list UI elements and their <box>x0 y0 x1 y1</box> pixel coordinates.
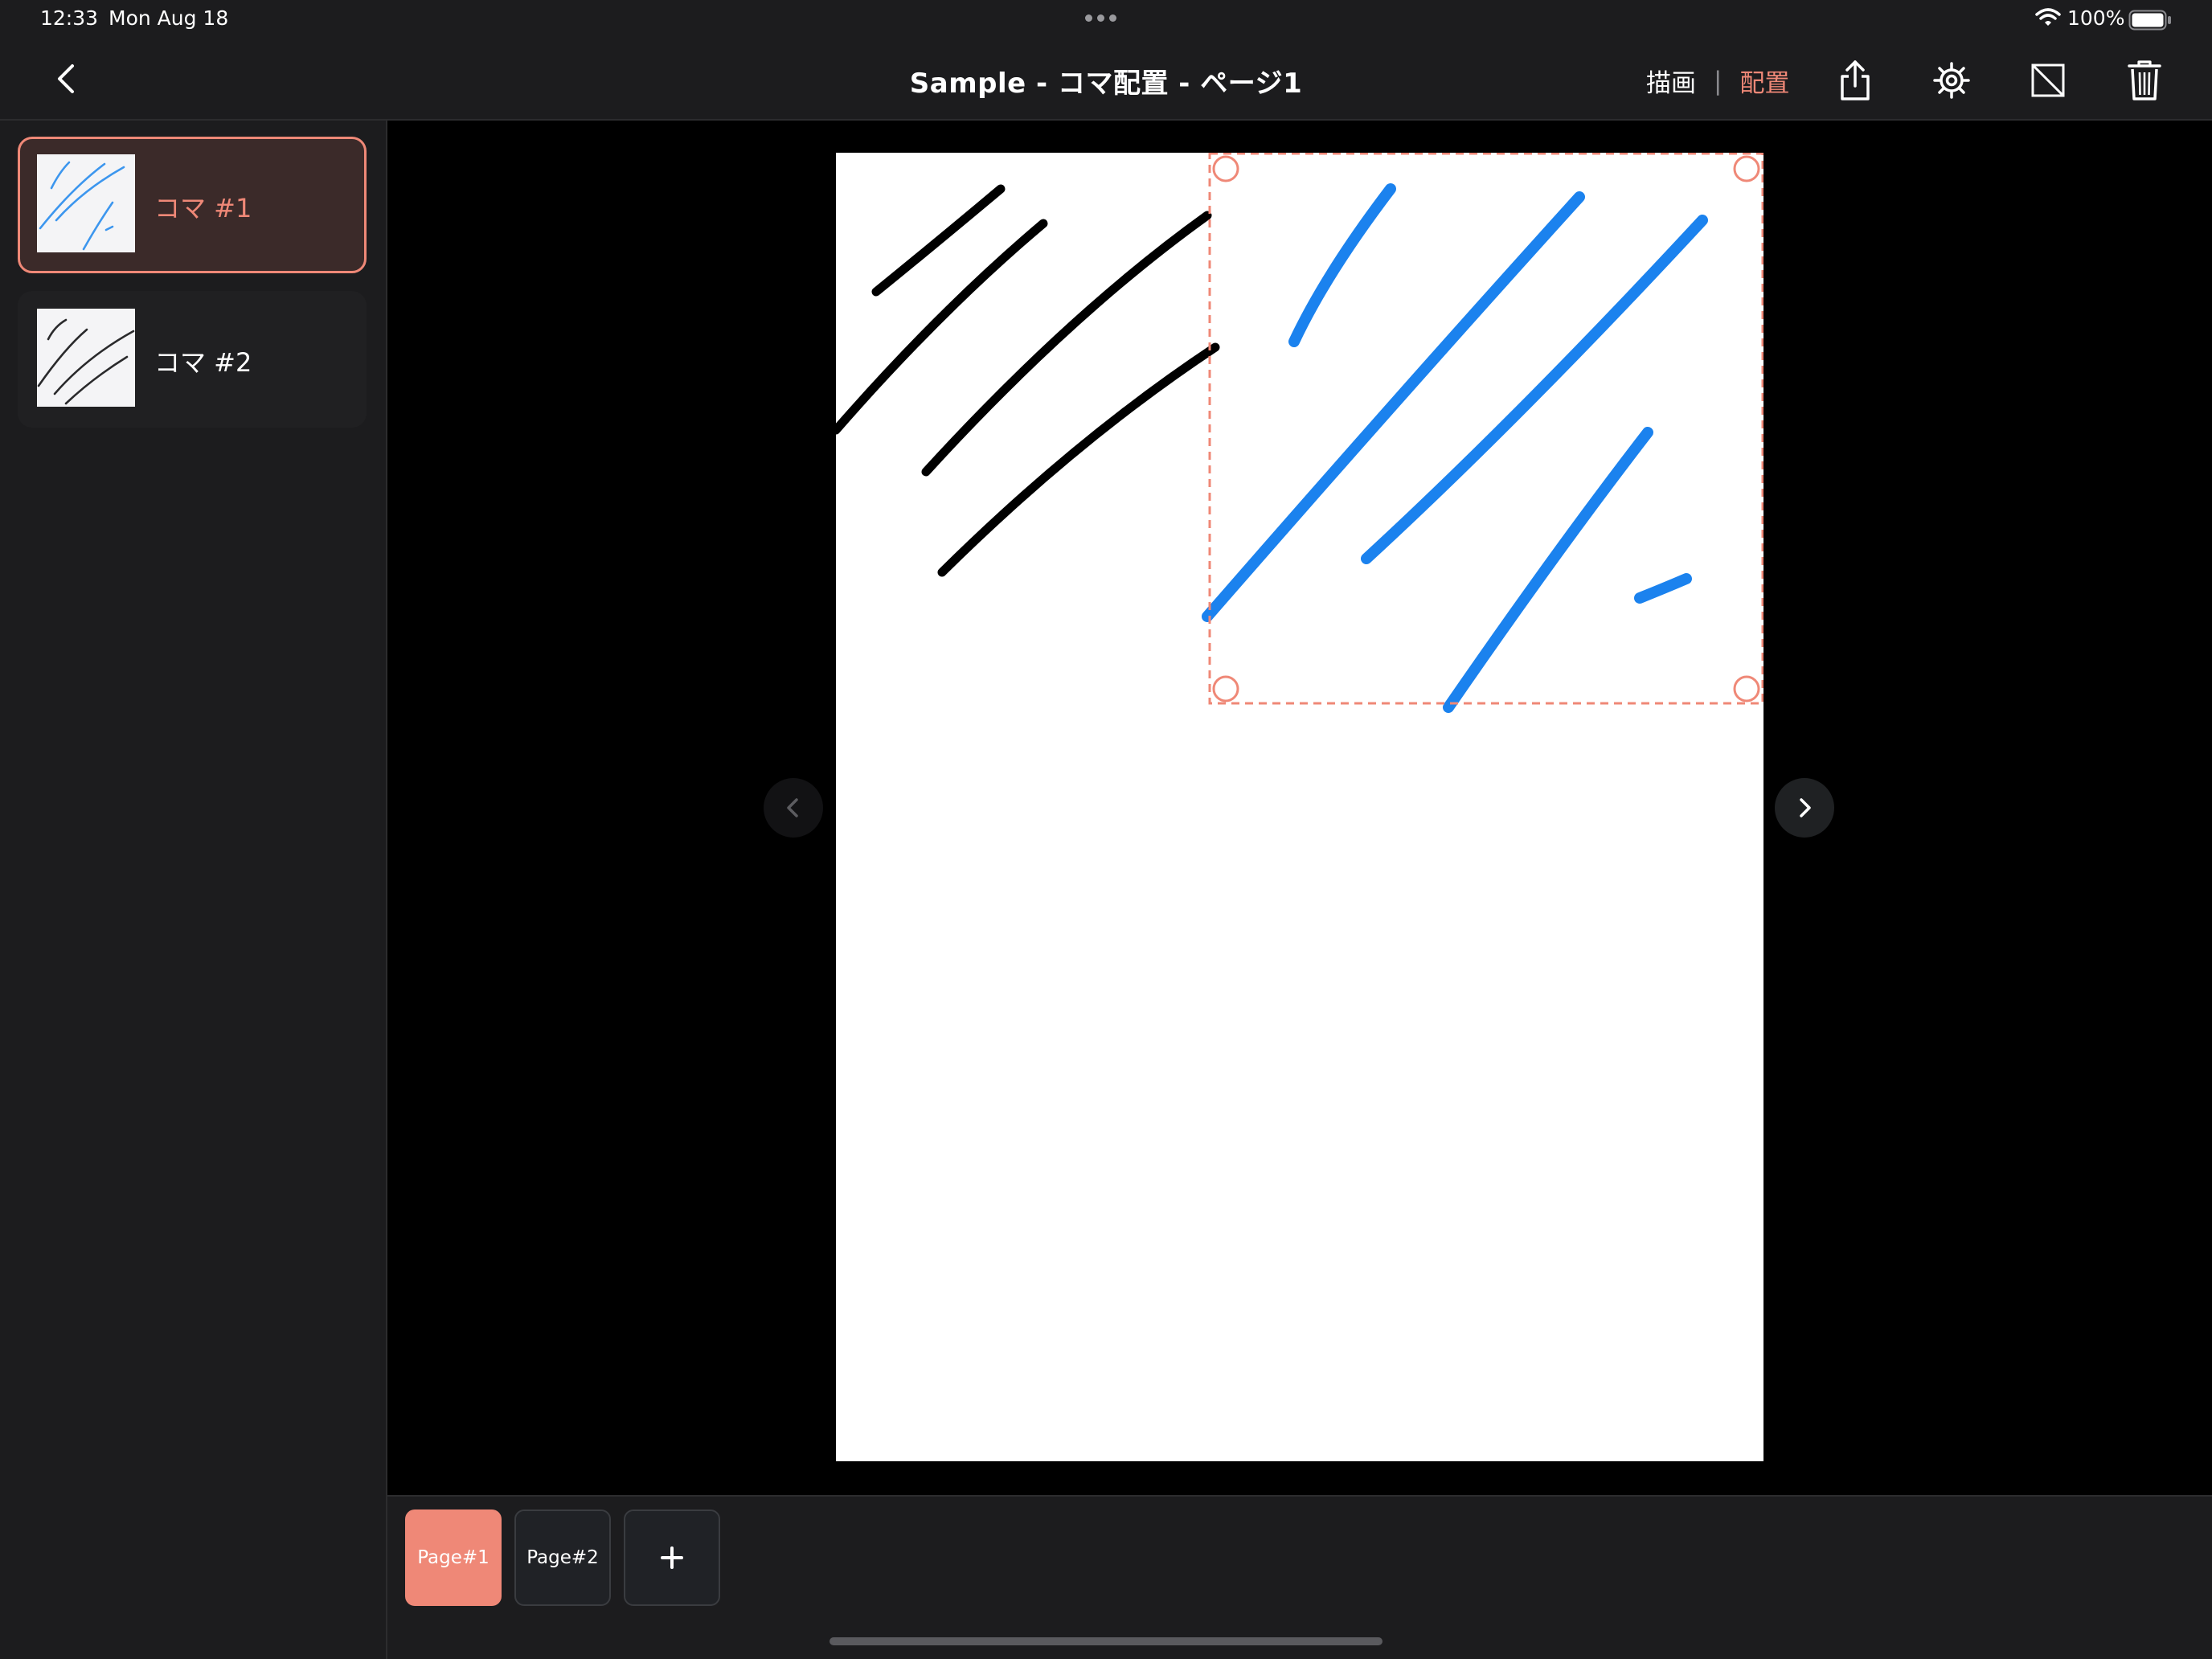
plus-icon <box>661 1546 683 1569</box>
panel-off-icon <box>2031 63 2065 97</box>
share-icon <box>1841 60 1870 100</box>
page-tab-bar: Page#1 Page#2 <box>387 1495 2212 1659</box>
panel-list-sidebar: コマ #1 コマ #2 <box>0 121 387 1659</box>
status-time: 12:33 <box>40 6 99 30</box>
mode-switch: 描画 | 配置 <box>1646 63 1789 99</box>
manga-page[interactable] <box>836 153 1763 1461</box>
panel-toggle-button[interactable] <box>2024 56 2072 104</box>
mode-separator: | <box>1714 66 1722 96</box>
resize-handle-top-right <box>1733 155 1760 182</box>
share-button[interactable] <box>1831 56 1879 104</box>
black-ink-strokes <box>836 184 1220 577</box>
page-tab-2[interactable]: Page#2 <box>514 1509 611 1606</box>
resize-handle-top-left <box>1212 155 1239 182</box>
drawing-layer <box>836 153 1763 713</box>
home-indicator[interactable] <box>830 1637 1382 1645</box>
panel-item-label: コマ #2 <box>154 347 252 378</box>
trash-icon <box>2128 60 2161 100</box>
mode-layout-button[interactable]: 配置 <box>1739 63 1789 99</box>
panel-item-label: コマ #1 <box>154 193 252 223</box>
page-tab-1[interactable]: Page#1 <box>405 1509 502 1606</box>
multitasking-dots-icon[interactable] <box>1085 14 1116 22</box>
panel-thumbnail <box>37 154 135 252</box>
next-page-button[interactable] <box>1775 778 1834 838</box>
previous-page-button[interactable] <box>764 778 823 838</box>
wifi-icon <box>2035 8 2061 26</box>
blue-ink-strokes <box>1202 183 1708 713</box>
selection-frame <box>1208 153 1763 705</box>
settings-button[interactable] <box>1927 56 1976 104</box>
app-window: 12:33 Mon Aug 18 100% Sample - コマ配置 - ペー… <box>0 0 2212 1659</box>
resize-handle-bottom-right <box>1733 675 1760 703</box>
battery-percentage: 100% <box>2067 6 2125 30</box>
delete-button[interactable] <box>2120 56 2169 104</box>
status-date: Mon Aug 18 <box>109 6 229 30</box>
gear-icon <box>1933 62 1970 99</box>
panel-item-2[interactable]: コマ #2 <box>18 291 367 428</box>
panel-thumbnail <box>37 309 135 407</box>
status-bar: 12:33 Mon Aug 18 100% <box>0 0 2212 40</box>
chevron-left-icon <box>787 798 798 817</box>
panel-item-1[interactable]: コマ #1 <box>18 137 367 273</box>
chevron-right-icon <box>1800 798 1811 817</box>
battery-icon <box>2128 10 2171 31</box>
add-page-button[interactable] <box>624 1509 720 1606</box>
mode-draw-button[interactable]: 描画 <box>1646 63 1696 99</box>
page-title: Sample - コマ配置 - ページ1 <box>909 68 1303 100</box>
resize-handle-bottom-left <box>1212 675 1239 703</box>
